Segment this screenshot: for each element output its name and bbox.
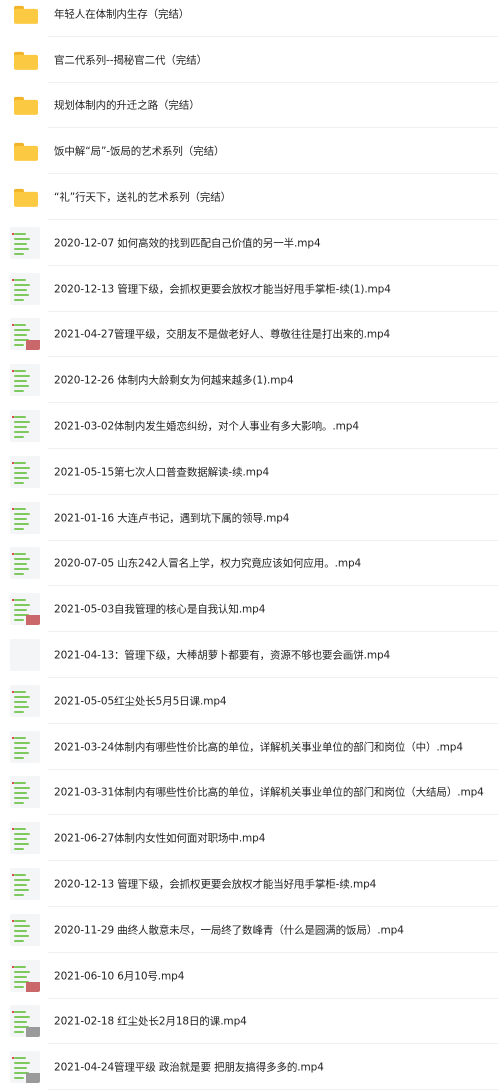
folder-icon [14,51,38,70]
video-thumbnail-icon [10,822,40,855]
video-thumbnail-icon [10,1005,40,1038]
file-name: 2021-05-15第七次人口普查数据解读-续.mp4 [54,466,270,479]
folder-row[interactable]: 官二代系列--揭秘官二代（完结） [0,37,498,83]
file-name: 2020-12-07 如何高效的找到匹配自己价值的另一半.mp4 [54,237,321,250]
file-name: 2021-04-24管理平级 政治就是要 把朋友搞得多多的.mp4 [54,1061,324,1074]
video-thumbnail-icon [10,272,40,305]
file-name: 2021-04-27管理平级，交朋友不是做老好人、尊敬往往是打出来的.mp4 [54,328,391,341]
folder-row[interactable]: 年轻人在体制内生存（完结） [0,0,498,37]
video-row[interactable]: 2020-12-07 如何高效的找到匹配自己价值的另一半.mp4 [0,220,498,266]
video-row[interactable]: 2021-03-24体制内有哪些性价比高的单位，详解机关事业单位的部门和岗位（中… [0,724,498,770]
video-row[interactable]: 2021-02-18 红尘处长2月18日的课.mp4 [0,999,498,1045]
file-name: 年轻人在体制内生存（完结） [54,8,190,21]
file-name: 2020-12-13 管理下级，会抓权更要会放权才能当好甩手掌柜-续(1).mp… [54,283,391,296]
video-thumbnail-icon [10,501,40,534]
file-name: 2020-12-26 体制内大龄剩女为何越来越多(1).mp4 [54,374,294,387]
file-name: 2021-04-13：管理下级，大棒胡萝卜都要有，资源不够也要会画饼.mp4 [54,649,391,662]
file-name: 饭中解“局”-饭局的艺术系列（完结） [54,145,225,158]
folder-row[interactable]: 饭中解“局”-饭局的艺术系列（完结） [0,128,498,175]
video-thumbnail-icon [10,684,40,717]
file-name: 2021-05-05红尘处长5月5日课.mp4 [54,695,227,708]
video-thumbnail-icon [10,959,40,992]
video-thumbnail-icon [10,547,40,580]
folder-icon [14,143,38,162]
video-row[interactable]: 2021-06-10 6月10号.mp4 [0,953,498,999]
video-row[interactable]: 2021-04-24管理平级 政治就是要 把朋友搞得多多的.mp4 [0,1044,498,1090]
video-thumbnail-icon [10,776,40,809]
video-row[interactable]: 2021-05-03自我管理的核心是自我认知.mp4 [0,586,498,633]
video-thumbnail-icon [10,730,40,763]
folder-icon [14,5,38,24]
file-name: 规划体制内的升迁之路（完结） [54,99,200,112]
file-name: 官二代系列--揭秘官二代（完结） [54,54,207,67]
video-thumbnail-icon [10,639,40,672]
video-thumbnail-icon [10,913,40,946]
file-name: 2021-06-27体制内女性如何面对职场中.mp4 [54,832,266,845]
folder-row[interactable]: “礼”行天下，送礼的艺术系列（完结） [0,174,498,220]
video-row[interactable]: 2021-03-02体制内发生婚恋纠纷，对个人事业有多大影响。.mp4 [0,403,498,449]
file-name: 2021-03-02体制内发生婚恋纠纷，对个人事业有多大影响。.mp4 [54,420,359,433]
file-name: 2021-02-18 红尘处长2月18日的课.mp4 [54,1015,247,1028]
video-row[interactable]: 2021-06-27体制内女性如何面对职场中.mp4 [0,815,498,862]
folder-row[interactable]: 规划体制内的升迁之路（完结） [0,83,498,129]
video-thumbnail-icon [10,364,40,397]
video-thumbnail-icon [10,226,40,259]
file-name: “礼”行天下，送礼的艺术系列（完结） [54,191,232,204]
video-thumbnail-icon [10,868,40,901]
video-thumbnail-icon [10,455,40,488]
file-name: 2021-05-03自我管理的核心是自我认知.mp4 [54,603,266,616]
file-name: 2021-06-10 6月10号.mp4 [54,970,185,983]
video-row[interactable]: 2021-04-27管理平级，交朋友不是做老好人、尊敬往往是打出来的.mp4 [0,312,498,358]
video-row[interactable]: 2021-05-15第七次人口普查数据解读-续.mp4 [0,449,498,495]
video-row[interactable]: 2020-12-13 管理下级，会抓权更要会放权才能当好甩手掌柜-续.mp4 [0,861,498,907]
video-thumbnail-icon [10,593,40,626]
file-name: 2021-03-31体制内有哪些性价比高的单位，详解机关事业单位的部门和岗位（大… [54,786,484,799]
video-row[interactable]: 2020-07-05 山东242人冒名上学，权力究竟应该如何应用。.mp4 [0,541,498,587]
video-row[interactable]: 2021-03-31体制内有哪些性价比高的单位，详解机关事业单位的部门和岗位（大… [0,770,498,816]
file-name: 2020-11-29 曲终人散意未尽，一局终了数峰青（什么是圆满的饭局）.mp4 [54,924,404,937]
file-name: 2020-12-13 管理下级，会抓权更要会放权才能当好甩手掌柜-续.mp4 [54,878,377,891]
video-row[interactable]: 2021-05-05红尘处长5月5日课.mp4 [0,678,498,724]
video-thumbnail-icon [10,318,40,351]
video-thumbnail-icon [10,410,40,443]
folder-icon [14,97,38,116]
folder-icon [14,188,38,207]
video-row[interactable]: 2021-01-16 大连卢书记，遇到坑下属的领导.mp4 [0,495,498,541]
video-thumbnail-icon [10,1051,40,1084]
file-name: 2020-07-05 山东242人冒名上学，权力究竟应该如何应用。.mp4 [54,557,362,570]
video-row[interactable]: 2020-12-26 体制内大龄剩女为何越来越多(1).mp4 [0,357,498,404]
video-row[interactable]: 2020-12-13 管理下级，会抓权更要会放权才能当好甩手掌柜-续(1).mp… [0,266,498,312]
video-row[interactable]: 2021-04-13：管理下级，大棒胡萝卜都要有，资源不够也要会画饼.mp4 [0,632,498,678]
file-name: 2021-03-24体制内有哪些性价比高的单位，详解机关事业单位的部门和岗位（中… [54,741,463,754]
file-list: 年轻人在体制内生存（完结） 官二代系列--揭秘官二代（完结） 规划体制内的升迁之… [0,0,498,1090]
video-row[interactable]: 2020-11-29 曲终人散意未尽，一局终了数峰青（什么是圆满的饭局）.mp4 [0,907,498,953]
file-name: 2021-01-16 大连卢书记，遇到坑下属的领导.mp4 [54,512,290,525]
